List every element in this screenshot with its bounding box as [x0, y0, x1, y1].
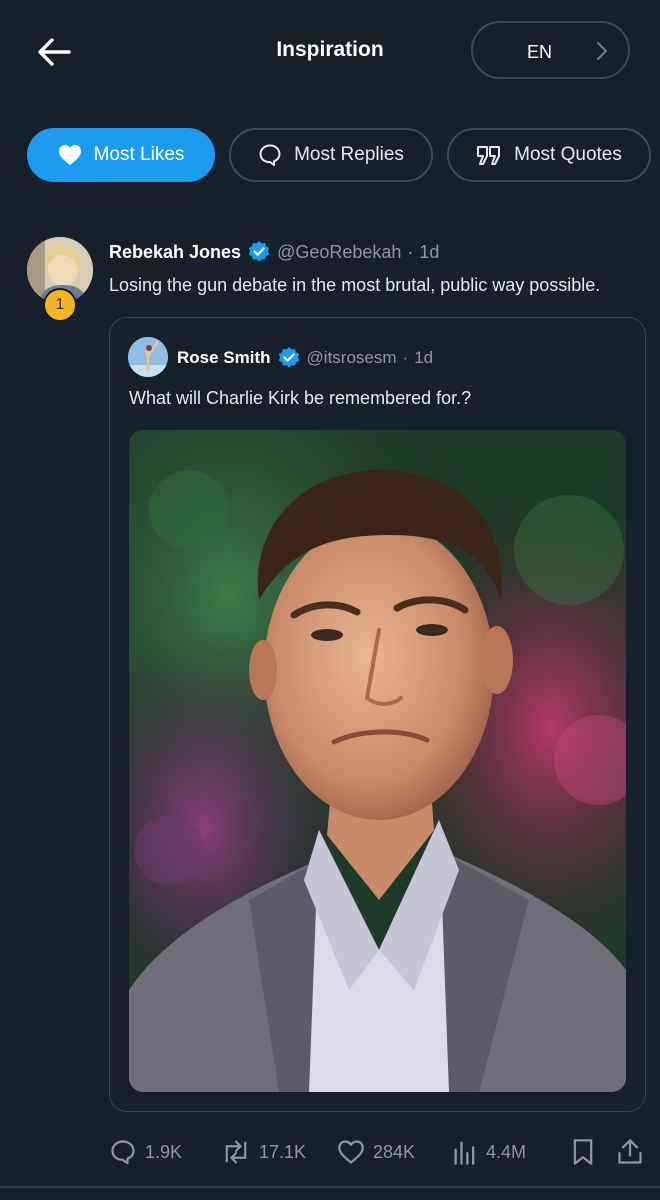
retweet-icon	[225, 1140, 247, 1164]
author-name[interactable]: Rebekah Jones	[109, 242, 241, 263]
views-count: 4.4M	[486, 1141, 527, 1162]
share-button[interactable]	[617, 1124, 643, 1180]
heart-outline-icon	[338, 1140, 364, 1164]
language-label: EN	[526, 42, 552, 62]
reply-bubble-icon	[259, 144, 281, 166]
verified-badge-icon	[278, 347, 299, 368]
bookmark-icon	[573, 1139, 593, 1165]
filter-tabs: Most Likes Most Replies Most Quotes	[0, 128, 660, 182]
views-button[interactable]: 4.4M	[452, 1124, 526, 1180]
quoted-tweet-photo[interactable]	[129, 430, 626, 1092]
share-icon	[618, 1139, 642, 1164]
filter-most-quotes[interactable]: Most Quotes	[447, 128, 651, 182]
quoted-tweet-time[interactable]: 1d	[414, 348, 433, 368]
quoted-author-handle[interactable]: @itsrosesm	[307, 348, 397, 368]
filter-label: Most Likes	[93, 144, 185, 165]
separator-dot: ·	[402, 348, 409, 367]
quoted-tweet-header: Rose Smith @itsrosesm · 1d	[177, 346, 433, 370]
quoted-author-name[interactable]: Rose Smith	[177, 348, 271, 368]
quote-marks-icon	[477, 146, 501, 165]
quoted-tweet-text: What will Charlie Kirk be remembered for…	[129, 388, 472, 408]
avatar-photo	[128, 337, 168, 377]
rank-badge: 1	[43, 288, 77, 322]
portrait-photo	[129, 430, 626, 1092]
divider	[0, 1186, 660, 1188]
reply-count: 1.9K	[145, 1141, 183, 1162]
retweet-count: 17.1K	[259, 1141, 307, 1162]
filter-label: Most Quotes	[514, 144, 622, 165]
views-chart-icon	[454, 1141, 475, 1165]
filter-most-replies[interactable]: Most Replies	[229, 128, 433, 182]
quoted-tweet[interactable]: Rose Smith @itsrosesm · 1d What will Cha…	[109, 317, 646, 1112]
language-button[interactable]: EN	[471, 21, 630, 79]
top-bar: Inspiration EN	[0, 0, 660, 100]
tweet-time[interactable]: 1d	[419, 242, 439, 263]
filter-label: Most Replies	[294, 144, 404, 165]
chevron-right-icon	[596, 41, 608, 61]
retweet-button[interactable]: 17.1K	[221, 1124, 306, 1180]
reply-button[interactable]: 1.9K	[109, 1124, 182, 1180]
like-button[interactable]: 284K	[337, 1124, 415, 1180]
tweet-header: Rebekah Jones @GeoRebekah · 1d	[109, 240, 439, 264]
tweet-actions: 1.9K 17.1K 284K 4.4M	[0, 1124, 660, 1180]
tweet-text: Losing the gun debate in the most brutal…	[109, 275, 601, 295]
heart-icon	[58, 145, 81, 165]
quoted-author-avatar[interactable]	[128, 337, 168, 377]
verified-badge-icon	[248, 241, 270, 262]
filter-most-likes[interactable]: Most Likes	[27, 128, 215, 182]
separator-dot: ·	[407, 241, 414, 262]
bookmark-button[interactable]	[571, 1124, 595, 1180]
like-count: 284K	[373, 1141, 416, 1162]
author-handle[interactable]: @GeoRebekah	[277, 242, 401, 263]
reply-icon	[111, 1140, 135, 1165]
